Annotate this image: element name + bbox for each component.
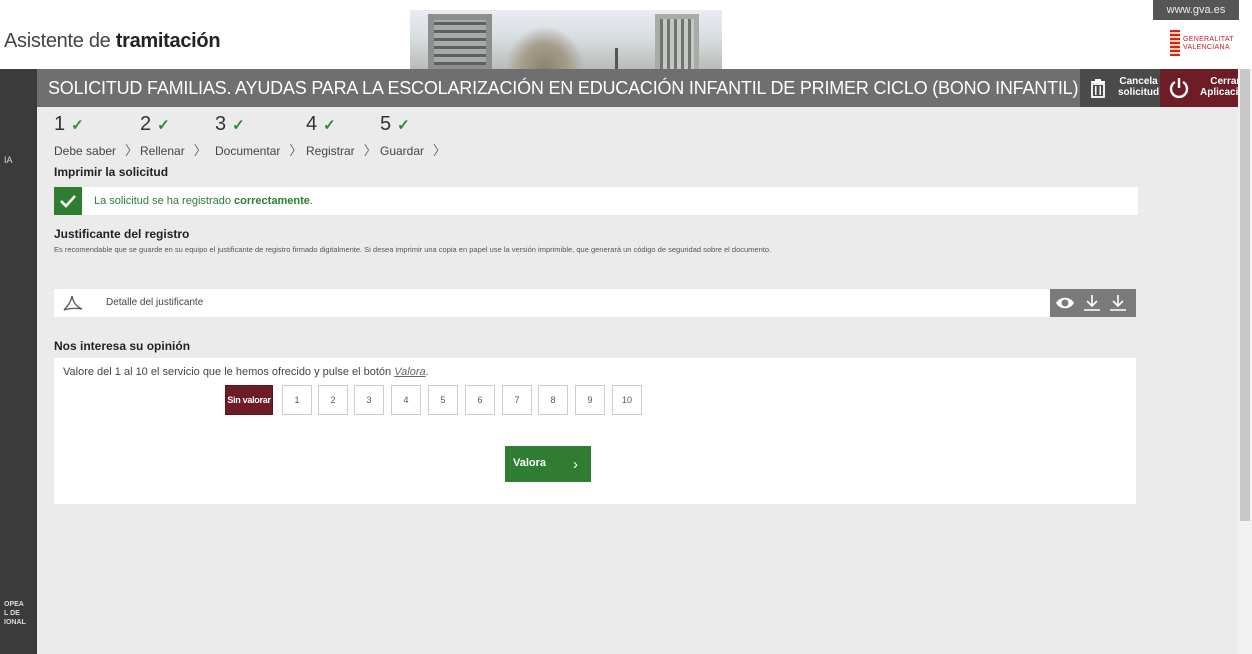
main-panel: SOLICITUD FAMILIAS. AYUDAS PARA LA ESCOL… — [37, 69, 1251, 654]
rating-box: Valore del 1 al 10 el servicio que le he… — [54, 358, 1136, 504]
sidebar-logo-fragment: OPEA L DE IONAL — [4, 601, 26, 626]
document-actions — [1050, 289, 1136, 317]
eye-icon[interactable] — [1055, 293, 1075, 313]
cancel-request-button[interactable]: Cancela solicitud — [1080, 69, 1160, 107]
check-icon: ✓ — [232, 117, 245, 134]
receipt-description: Es recomendable que se guarde en su equi… — [54, 245, 772, 254]
check-icon: ✓ — [323, 117, 336, 134]
trash-icon — [1091, 79, 1105, 98]
rating-option-none[interactable]: Sin valorar — [225, 385, 273, 415]
step-3[interactable]: 3 ✓ Documentar 〉 — [215, 114, 302, 158]
page-scrollbar[interactable] — [1238, 69, 1252, 654]
check-icon — [54, 187, 82, 215]
app-title: Asistente de tramitación — [4, 30, 221, 52]
chevron-right-icon: › — [573, 456, 578, 473]
chevron-right-icon: 〉 — [289, 143, 303, 158]
check-icon: ✓ — [157, 117, 170, 134]
procedure-titlebar: SOLICITUD FAMILIAS. AYUDAS PARA LA ESCOL… — [37, 69, 1251, 107]
step-1[interactable]: 1 ✓ Debe saber 〉 — [54, 114, 138, 158]
chevron-right-icon: 〉 — [125, 143, 139, 158]
procedure-title: SOLICITUD FAMILIAS. AYUDAS PARA LA ESCOL… — [48, 78, 1237, 98]
rating-option-7[interactable]: 7 — [502, 385, 532, 415]
chevron-right-icon: 〉 — [193, 143, 207, 158]
rating-option-9[interactable]: 9 — [575, 385, 605, 415]
chevron-right-icon: 〉 — [363, 143, 377, 158]
step-5[interactable]: 5 ✓ Guardar 〉 — [380, 114, 446, 158]
rating-option-6[interactable]: 6 — [465, 385, 495, 415]
scrollbar-thumb[interactable] — [1240, 69, 1250, 521]
rating-option-8[interactable]: 8 — [538, 385, 568, 415]
rating-instructions: Valore del 1 al 10 el servicio que le he… — [63, 366, 429, 378]
generalitat-logo: GENERALITAT VALENCIANA — [1170, 30, 1240, 56]
document-name: Detalle del justificante — [106, 297, 204, 308]
close-application-button[interactable]: Cerrar Aplicación — [1160, 69, 1251, 107]
chevron-right-icon: 〉 — [433, 143, 447, 158]
check-icon: ✓ — [397, 117, 410, 134]
rating-option-1[interactable]: 1 — [282, 385, 312, 415]
success-message: La solicitud se ha registrado correctame… — [54, 187, 1138, 215]
top-header: Asistente de tramitación www.gva.es GENE… — [0, 0, 1252, 69]
rating-heading: Nos interesa su opinión — [54, 339, 191, 353]
download-icon[interactable] — [1108, 293, 1128, 313]
step-4[interactable]: 4 ✓ Registrar 〉 — [306, 114, 377, 158]
gva-link[interactable]: www.gva.es — [1153, 0, 1239, 20]
step-2[interactable]: 2 ✓ Rellenar 〉 — [140, 114, 207, 158]
rating-option-3[interactable]: 3 — [354, 385, 384, 415]
pdf-icon — [63, 295, 83, 311]
left-sidebar: IA OPEA L DE IONAL — [0, 69, 37, 654]
download-icon[interactable] — [1082, 293, 1102, 313]
header-banner-image — [410, 10, 722, 69]
print-heading: Imprimir la solicitud — [54, 165, 169, 179]
receipt-document-row: Detalle del justificante — [54, 289, 1136, 317]
rating-option-4[interactable]: 4 — [391, 385, 421, 415]
power-icon — [1169, 78, 1189, 99]
rating-option-5[interactable]: 5 — [428, 385, 458, 415]
submit-rating-button[interactable]: Valora › — [505, 446, 591, 482]
receipt-heading: Justificante del registro — [54, 227, 190, 241]
coat-of-arms-icon — [1170, 30, 1180, 56]
rating-option-2[interactable]: 2 — [318, 385, 348, 415]
rating-option-10[interactable]: 10 — [612, 385, 642, 415]
check-icon: ✓ — [71, 117, 84, 134]
sidebar-fragment: IA — [4, 155, 13, 165]
